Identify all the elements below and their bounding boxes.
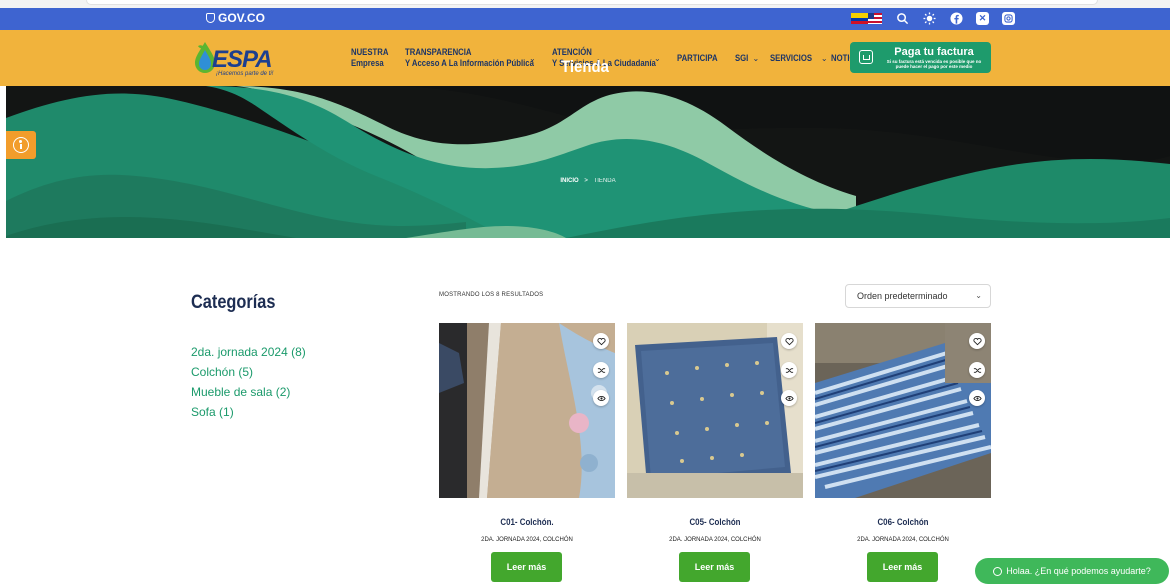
product-categories: 2DA. JORNADA 2024, COLCHÓN bbox=[857, 537, 949, 543]
product-name[interactable]: C05- Colchón bbox=[638, 517, 793, 527]
eye-icon bbox=[784, 395, 794, 401]
whatsapp-chat-button[interactable]: Holaa. ¿En qué podemos ayudarte? bbox=[975, 558, 1169, 584]
hero-banner bbox=[6, 86, 1170, 238]
page-title: Tienda bbox=[561, 57, 609, 76]
compare-button[interactable] bbox=[781, 362, 797, 378]
gov-co-logo[interactable]: GOV.CO bbox=[206, 11, 265, 25]
wishlist-button[interactable] bbox=[593, 333, 609, 349]
heart-icon bbox=[784, 337, 794, 345]
product-name[interactable]: C01- Colchón. bbox=[450, 517, 605, 527]
sort-selected-value: Orden predeterminado bbox=[857, 291, 948, 301]
shield-icon bbox=[206, 13, 215, 23]
category-name: Mueble de sala bbox=[191, 385, 273, 399]
chat-label: Holaa. ¿En qué podemos ayudarte? bbox=[1006, 566, 1151, 576]
colombia-flag-icon bbox=[851, 12, 868, 24]
quick-view-button[interactable] bbox=[969, 390, 985, 406]
compare-button[interactable] bbox=[969, 362, 985, 378]
category-count: (2) bbox=[275, 385, 291, 399]
product-image[interactable] bbox=[439, 323, 615, 498]
language-selector[interactable] bbox=[851, 12, 882, 24]
result-count: MOSTRANDO LOS 8 RESULTADOS bbox=[439, 292, 544, 298]
breadcrumb-home[interactable]: INICIO bbox=[560, 178, 578, 184]
product-categories: 2DA. JORNADA 2024, COLCHÓN bbox=[669, 537, 761, 543]
eye-icon bbox=[972, 395, 982, 401]
read-more-button[interactable]: Leer más bbox=[679, 552, 750, 582]
usa-flag-icon bbox=[868, 12, 882, 24]
shuffle-icon bbox=[785, 367, 793, 373]
shuffle-icon bbox=[597, 367, 605, 373]
category-item[interactable]: Sofa (1) bbox=[191, 402, 306, 422]
facebook-icon[interactable] bbox=[949, 11, 963, 25]
breadcrumb-separator: > bbox=[584, 178, 588, 184]
gov-co-label: GOV.CO bbox=[218, 11, 265, 25]
category-count: (1) bbox=[219, 405, 234, 419]
search-icon[interactable] bbox=[895, 11, 909, 25]
gov-bar: GOV.CO ✕ bbox=[0, 8, 1170, 30]
product-image[interactable] bbox=[815, 323, 991, 498]
quick-view-button[interactable] bbox=[781, 390, 797, 406]
breadcrumb-current: TIENDA bbox=[593, 178, 616, 184]
whatsapp-icon bbox=[993, 566, 1003, 576]
accessibility-icon bbox=[13, 137, 29, 153]
chevron-down-icon: ⌄ bbox=[975, 291, 982, 300]
category-item[interactable]: Colchón (5) bbox=[191, 362, 306, 382]
category-count: (5) bbox=[238, 365, 254, 379]
x-twitter-icon[interactable]: ✕ bbox=[976, 11, 989, 25]
product-name[interactable]: C06- Colchón bbox=[826, 517, 981, 527]
product-card: C06- Colchón 2DA. JORNADA 2024, COLCHÓN … bbox=[815, 323, 991, 582]
category-count: (8) bbox=[291, 345, 306, 359]
browser-strip bbox=[0, 0, 1170, 8]
categories-title: Categorías bbox=[191, 292, 276, 313]
compare-button[interactable] bbox=[593, 362, 609, 378]
quick-view-button[interactable] bbox=[593, 390, 609, 406]
read-more-button[interactable]: Leer más bbox=[491, 552, 562, 582]
breadcrumb: INICIO > TIENDA bbox=[6, 178, 1170, 184]
wishlist-button[interactable] bbox=[781, 333, 797, 349]
sort-select[interactable]: Orden predeterminado ⌄ bbox=[845, 284, 991, 308]
category-list: 2da. jornada 2024 (8) Colchón (5) Mueble… bbox=[191, 342, 306, 422]
contrast-sun-icon[interactable] bbox=[922, 11, 936, 25]
hero-waves bbox=[6, 86, 1170, 238]
read-more-button[interactable]: Leer más bbox=[867, 552, 938, 582]
shuffle-icon bbox=[973, 367, 981, 373]
product-card: C01- Colchón. 2DA. JORNADA 2024, COLCHÓN… bbox=[439, 323, 615, 582]
heart-icon bbox=[596, 337, 606, 345]
category-name: Colchón bbox=[191, 365, 236, 379]
category-name: Sofa bbox=[191, 405, 216, 419]
eye-icon bbox=[596, 395, 606, 401]
product-image[interactable] bbox=[627, 323, 803, 498]
product-categories: 2DA. JORNADA 2024, COLCHÓN bbox=[481, 537, 573, 543]
category-item[interactable]: Mueble de sala (2) bbox=[191, 382, 306, 402]
product-card: C05- Colchón 2DA. JORNADA 2024, COLCHÓN … bbox=[627, 323, 803, 582]
address-bar[interactable] bbox=[86, 0, 1098, 5]
category-item[interactable]: 2da. jornada 2024 (8) bbox=[191, 342, 306, 362]
page: GOV.CO ✕ ESPA ¡Hacemos parte de ti! NUES… bbox=[0, 0, 1170, 586]
category-name: 2da. jornada 2024 bbox=[191, 345, 288, 359]
heart-icon bbox=[972, 337, 982, 345]
instagram-icon[interactable] bbox=[1002, 11, 1015, 25]
wishlist-button[interactable] bbox=[969, 333, 985, 349]
accessibility-button[interactable] bbox=[6, 131, 36, 159]
gov-tools: ✕ bbox=[851, 11, 1015, 25]
